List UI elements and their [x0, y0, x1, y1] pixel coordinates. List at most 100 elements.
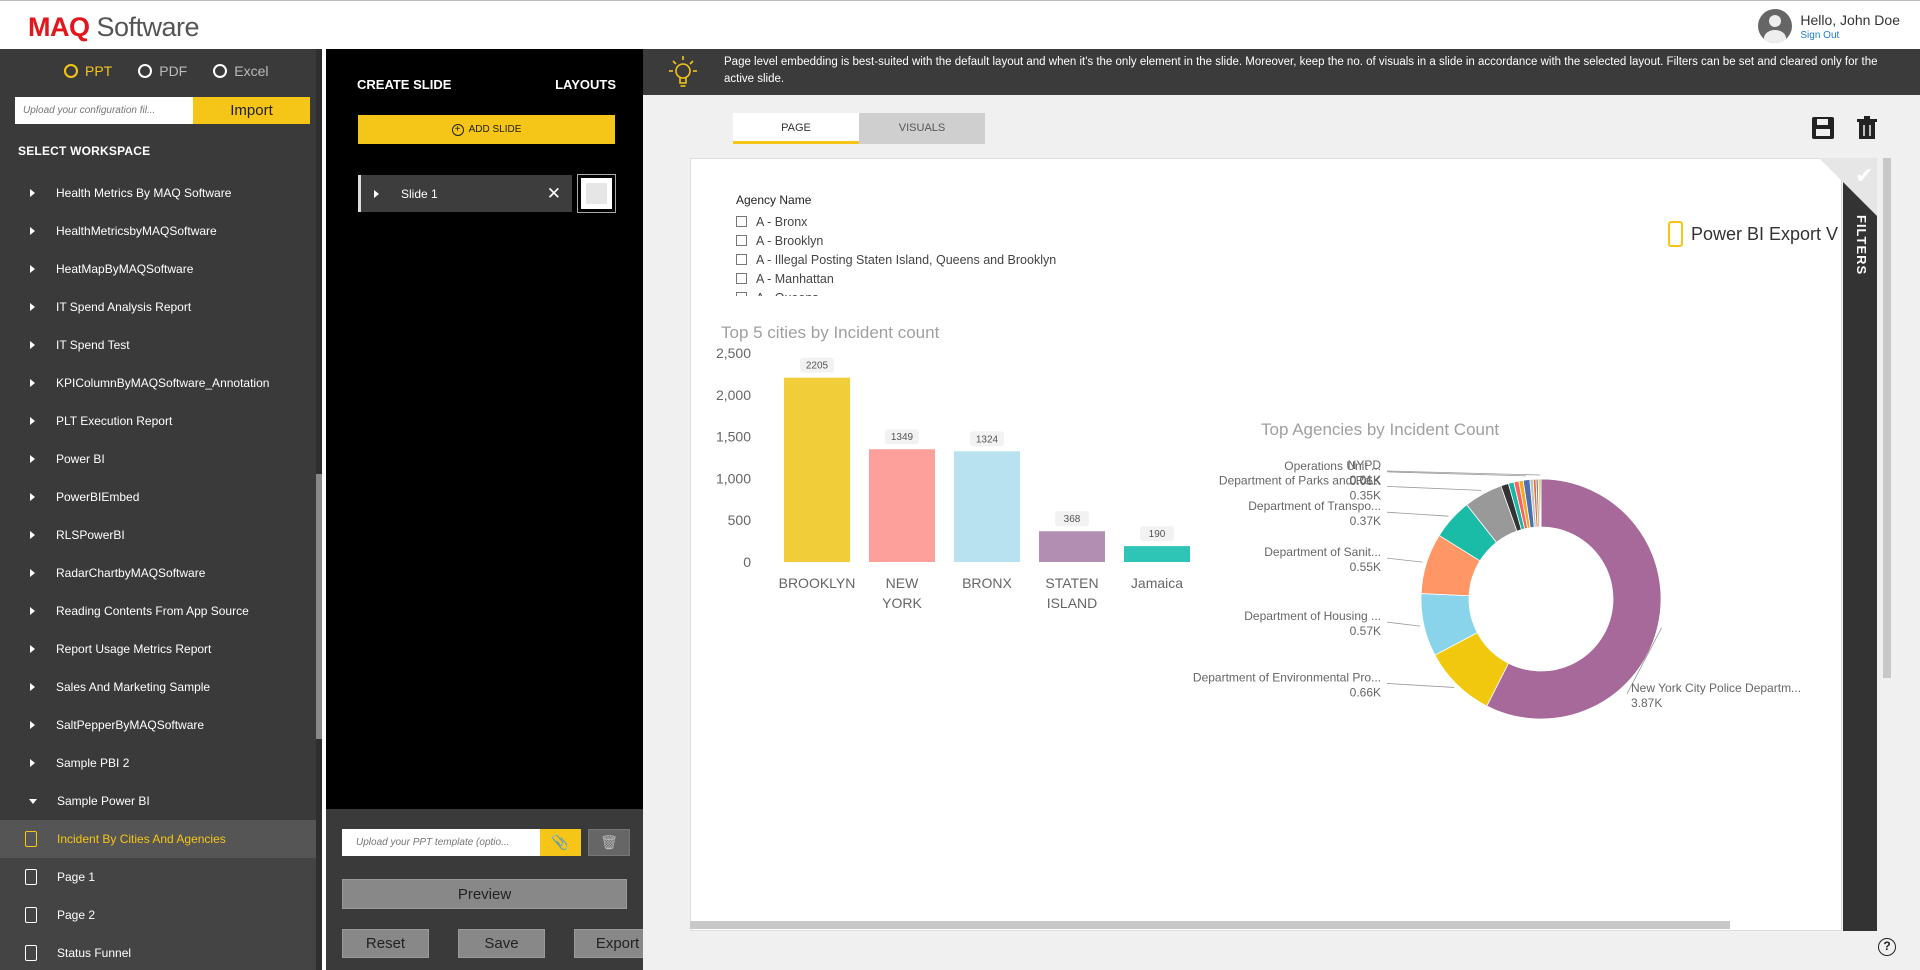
workspace-item[interactable]: RadarChartbyMAQSoftware [0, 554, 316, 592]
workspace-item[interactable]: KPIColumnByMAQSoftware_Annotation [0, 364, 316, 402]
horizontal-scrollbar[interactable] [690, 921, 1730, 929]
page-icon [25, 869, 37, 885]
trash-icon[interactable]: 🗑 [588, 829, 630, 856]
filters-label[interactable]: FILTERS [1854, 215, 1869, 275]
slice-value-label: 0.66K [1350, 685, 1381, 699]
format-label: Excel [234, 63, 269, 79]
help-icon[interactable]: ? [1878, 938, 1896, 956]
slice-value-label: 0.35K [1350, 488, 1381, 502]
add-slide-label: ADD SLIDE [468, 124, 522, 135]
sidebar-scrollbar[interactable] [316, 474, 322, 739]
maq-software-logo: MAQ Software [28, 12, 200, 43]
plus-circle-icon: + [451, 123, 464, 136]
save-icon[interactable] [1812, 117, 1834, 139]
slice-value-label: 0.37K [1350, 514, 1381, 528]
leader-line [1386, 557, 1423, 563]
workspace-item[interactable]: Sales And Marketing Sample [0, 668, 316, 706]
caret-right-icon [30, 721, 35, 729]
user-menu[interactable]: Hello, John Doe Sign Out [1758, 9, 1900, 43]
page-icon [25, 831, 37, 847]
caret-right-icon [30, 265, 35, 273]
workspace-item[interactable]: RLSPowerBI [0, 516, 316, 554]
checkmark-icon[interactable]: ✔ [1855, 163, 1873, 189]
radio-icon [138, 64, 153, 78]
workspace-label: Reading Contents From App Source [56, 604, 249, 618]
workspace-item[interactable]: HealthMetricsbyMAQSoftware [0, 212, 316, 250]
workspace-item[interactable]: Sample Power BI [0, 782, 316, 820]
import-button[interactable]: Import [193, 97, 310, 124]
tab-visuals[interactable]: VISUALS [859, 113, 985, 144]
report-page-item[interactable]: Page 1 [0, 858, 316, 896]
slice-category-label: Department of Housing ... [1244, 609, 1381, 623]
bar-data-label: 1324 [976, 434, 999, 445]
page-icon [25, 945, 37, 961]
workspace-item[interactable]: PowerBIEmbed [0, 478, 316, 516]
configuration-file-input[interactable] [15, 97, 193, 124]
page-label: Page 2 [57, 908, 96, 922]
workspace-item[interactable]: HeatMapByMAQSoftware [0, 250, 316, 288]
caret-right-icon [30, 531, 35, 539]
y-tick-label: 1,000 [716, 470, 751, 486]
workspace-item[interactable]: Reading Contents From App Source [0, 592, 316, 630]
format-label: PPT [85, 63, 113, 79]
x-category-label: YORK [882, 595, 922, 611]
x-category-label: STATEN [1045, 575, 1098, 591]
paperclip-icon[interactable]: 📎 [540, 829, 581, 856]
x-category-label: ISLAND [1047, 595, 1098, 611]
report-page-item[interactable]: Status Funnel [0, 934, 316, 970]
sign-out-link[interactable]: Sign Out [1800, 30, 1900, 41]
leader-line [1386, 683, 1455, 688]
format-option-pdf[interactable]: PDF [138, 63, 187, 79]
save-button[interactable]: Save [458, 929, 545, 958]
layouts-heading[interactable]: LAYOUTS [555, 77, 616, 92]
workspace-item[interactable]: PLT Execution Report [0, 402, 316, 440]
slice-category-label: New York City Police Departm... [1631, 681, 1801, 695]
vertical-scrollbar[interactable] [1883, 158, 1891, 678]
x-category-label: Jamaica [1131, 575, 1183, 591]
page-label: Page 1 [57, 870, 96, 884]
workspace-item[interactable]: Report Usage Metrics Report [0, 630, 316, 668]
slice-value-label: 0.55K [1350, 560, 1381, 574]
slide-list-item[interactable]: Slide 1 ✕ [358, 175, 572, 212]
logo-text: Software [89, 12, 200, 42]
format-option-excel[interactable]: Excel [213, 63, 268, 79]
workspace-item[interactable]: Power BI [0, 440, 316, 478]
x-category-label: BRONX [962, 575, 1012, 591]
page-label: Status Funnel [57, 946, 132, 960]
bar-data-label: 1349 [891, 432, 914, 443]
bar [784, 377, 850, 562]
format-option-ppt[interactable]: PPT [64, 63, 112, 79]
caret-right-icon [30, 227, 35, 235]
add-slide-button[interactable]: + ADD SLIDE [358, 115, 615, 144]
preview-button[interactable]: Preview [342, 879, 627, 909]
delete-icon[interactable] [1856, 116, 1878, 140]
bar [954, 451, 1020, 562]
workspace-item[interactable]: IT Spend Analysis Report [0, 288, 316, 326]
workspace-item[interactable]: Sample PBI 2 [0, 744, 316, 782]
y-tick-label: 0 [743, 554, 751, 570]
caret-right-icon [30, 683, 35, 691]
greeting-text: Hello, John Doe [1800, 11, 1900, 28]
workspace-item[interactable]: IT Spend Test [0, 326, 316, 364]
close-icon[interactable]: ✕ [547, 184, 561, 204]
slide-layout-thumbnail[interactable] [577, 174, 616, 213]
page-label: Incident By Cities And Agencies [57, 832, 226, 846]
format-label: PDF [159, 63, 188, 79]
reset-button[interactable]: Reset [342, 929, 429, 958]
donut-slice [1539, 478, 1542, 528]
tab-page[interactable]: PAGE [733, 113, 859, 144]
caret-right-icon [30, 189, 35, 197]
report-page-item[interactable]: Incident By Cities And Agencies [0, 820, 316, 858]
ppt-template-input[interactable] [342, 829, 540, 856]
workspace-label: HeatMapByMAQSoftware [56, 262, 194, 276]
leader-line [1386, 621, 1421, 627]
workspace-label: RadarChartbyMAQSoftware [56, 566, 206, 580]
report-page-item[interactable]: Page 2 [0, 896, 316, 934]
workspace-item[interactable]: Health Metrics By MAQ Software [0, 174, 316, 212]
expand-caret-icon[interactable] [374, 189, 379, 198]
y-tick-label: 1,500 [716, 429, 751, 445]
workspace-item[interactable]: SaltPepperByMAQSoftware [0, 706, 316, 744]
workspace-label: Report Usage Metrics Report [56, 642, 212, 656]
bar [1039, 531, 1105, 562]
workspace-label: Power BI [56, 452, 105, 466]
